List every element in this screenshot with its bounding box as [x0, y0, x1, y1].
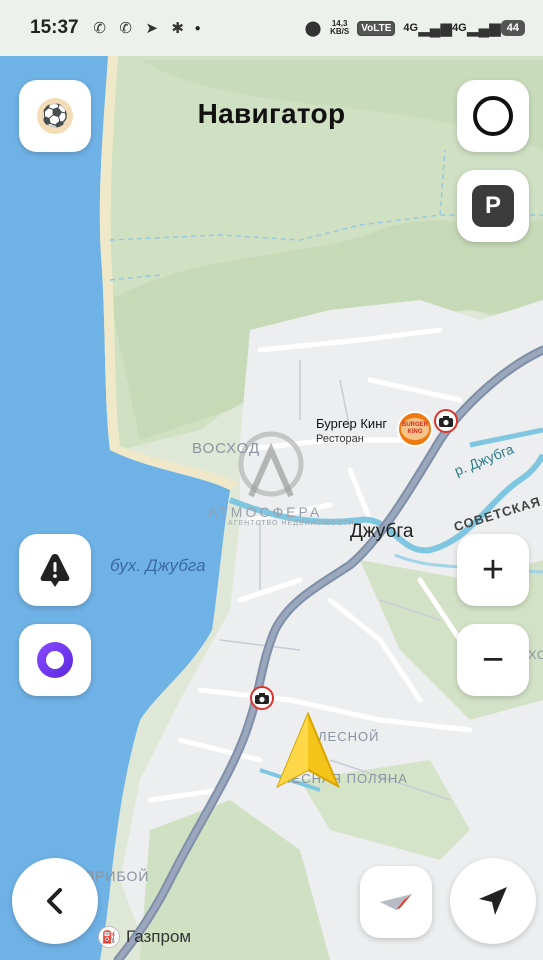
speed-camera-icon[interactable] — [250, 686, 274, 710]
battery-level: 44 — [500, 20, 525, 36]
atmosfera-logo-icon — [238, 431, 304, 498]
more-notifications-icon: ● — [194, 22, 201, 34]
signal-icon: ▂▄▆ — [418, 20, 452, 37]
status-time: 15:37 — [30, 17, 79, 38]
whatsapp-business-icon: ✆ — [119, 20, 132, 37]
current-location-arrow-icon — [276, 712, 340, 789]
whatsapp-icon: ✆ — [93, 20, 106, 37]
district-label-voskhod: ВОСХОД — [192, 440, 261, 457]
zoom-out-button[interactable]: − — [457, 624, 529, 696]
poi-category: Ресторан — [316, 433, 364, 445]
location-icon: ⬤ — [304, 20, 322, 37]
town-label: Джубга — [350, 521, 414, 542]
speed-camera-icon[interactable] — [434, 409, 458, 433]
voice-assistant-button[interactable] — [19, 624, 91, 696]
sim2-network: 4G — [452, 22, 467, 34]
parking-icon: P — [472, 185, 514, 227]
location-arrow-icon — [479, 887, 507, 915]
status-bar: 15:37 ✆ ✆ ➤ ✱ ● ⬤ 14,3 KB/S VoLTE 4G ▂▄▆… — [0, 0, 543, 56]
alice-assistant-icon — [37, 642, 73, 678]
my-location-button[interactable] — [450, 858, 536, 944]
warning-icon — [40, 554, 70, 587]
signal-icon: ▂▄▆ — [466, 20, 501, 37]
search-button[interactable] — [457, 80, 529, 152]
network-speed: 14,3 KB/S — [330, 20, 349, 36]
network-speed-unit: KB/S — [330, 27, 350, 36]
odnoklassniki-icon: ✱ — [171, 20, 184, 37]
gas-station-poi[interactable]: ⛽ Газпром — [98, 926, 191, 948]
gas-station-label: Газпром — [126, 927, 192, 946]
back-button[interactable] — [12, 858, 98, 944]
compass-button[interactable] — [360, 866, 432, 938]
compass-icon — [380, 894, 412, 910]
volte-badge: VoLTE — [357, 20, 396, 36]
watermark-tagline: АГЕНТСТВО НЕДВИЖИМОСТИ — [228, 520, 355, 527]
chevron-left-icon — [47, 888, 62, 914]
bk-logo-top: BURGER — [401, 422, 428, 428]
sim1-network: 4G — [403, 22, 419, 34]
football-icon: ⚽ — [37, 98, 73, 134]
parking-button[interactable]: P — [457, 170, 529, 242]
zoom-in-button[interactable]: + — [457, 534, 529, 606]
fuel-icon: ⛽ — [98, 926, 120, 948]
circle-search-icon — [473, 96, 513, 136]
report-event-button[interactable] — [19, 534, 91, 606]
burger-king-logo-icon[interactable]: BURGER KING — [397, 411, 433, 447]
bk-logo-bottom: KING — [407, 429, 423, 435]
watermark-name: АТМОСФЕРА — [208, 504, 323, 520]
poi-name[interactable]: Бургер Кинг — [316, 416, 387, 431]
telegram-icon: ➤ — [145, 20, 158, 37]
bay-label: бух. Джубга — [110, 556, 206, 575]
profile-button[interactable]: ⚽ — [19, 80, 91, 152]
